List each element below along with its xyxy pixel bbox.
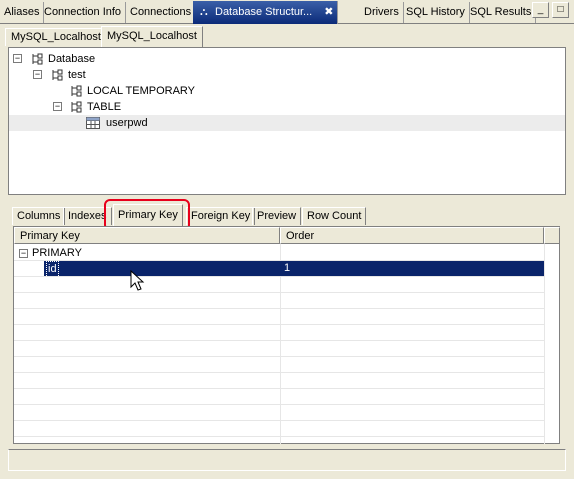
- tab-label: Foreign Key: [191, 210, 251, 222]
- grid-line: [14, 420, 544, 421]
- tree-item-schema[interactable]: test: [68, 67, 86, 83]
- tab-label: SQL Results: [470, 6, 532, 18]
- minimize-button[interactable]: _: [532, 2, 549, 18]
- tree-item-table[interactable]: TABLE: [87, 99, 121, 115]
- cell-key: id: [46, 261, 59, 278]
- tree-item-database[interactable]: Database: [48, 51, 95, 67]
- tab-label: Row Count: [307, 210, 362, 222]
- tree-node-icon: [52, 69, 63, 81]
- table-icon: [86, 117, 100, 129]
- table-row[interactable]: id 1: [44, 261, 544, 278]
- cell-order: 1: [284, 262, 291, 274]
- window-controls: _ □: [532, 2, 572, 20]
- collapse-icon[interactable]: −: [13, 54, 22, 63]
- tab-row-count[interactable]: Row Count: [302, 207, 367, 225]
- tab-connections[interactable]: Connections: [126, 2, 197, 23]
- grid-column-divider: [544, 244, 545, 444]
- tab-drivers[interactable]: Drivers: [360, 2, 404, 23]
- grid-line: [14, 388, 544, 389]
- collapse-icon[interactable]: −: [53, 102, 62, 111]
- grid-line: [14, 276, 544, 277]
- tree-node-icon: [71, 101, 82, 113]
- column-header-primary-key[interactable]: Primary Key: [14, 227, 280, 244]
- mouse-cursor-icon: [130, 270, 145, 291]
- connection-tab-1[interactable]: MySQL_Localhost: [5, 28, 107, 46]
- grid-line: [14, 356, 544, 357]
- tab-connection-info[interactable]: Connection Info: [40, 2, 127, 23]
- tab-sql-history[interactable]: SQL History: [402, 2, 470, 23]
- tree-node-icon: [71, 85, 82, 97]
- tab-preview[interactable]: Preview: [252, 207, 302, 225]
- tab-label: Indexes: [68, 210, 107, 222]
- tree-node-icon: [32, 53, 43, 65]
- tab-label: Connections: [130, 6, 192, 18]
- column-header-filler: [544, 227, 560, 244]
- tab-sql-results[interactable]: SQL Results: [466, 2, 537, 23]
- tab-label: Drivers: [364, 6, 399, 18]
- tab-label: Preview: [257, 210, 297, 222]
- grid-line: [14, 404, 544, 405]
- tab-label: MySQL_Localhost: [107, 30, 197, 42]
- tab-database-structure[interactable]: ⛬ Database Structur... ✖: [193, 1, 339, 24]
- grid-line: [14, 340, 544, 341]
- database-structure-icon: ⛬: [200, 6, 208, 18]
- grid-line: [14, 308, 544, 309]
- column-header-order[interactable]: Order: [280, 227, 544, 244]
- view-tab-bar: Aliases Connection Info Connections ⛬ Dat…: [0, 0, 574, 24]
- tab-label: Aliases: [4, 6, 40, 18]
- tab-foreign-key[interactable]: Foreign Key: [186, 207, 256, 225]
- status-bar: [8, 449, 566, 471]
- close-icon[interactable]: ✖: [324, 6, 333, 18]
- tab-label: MySQL_Localhost: [11, 31, 101, 43]
- grid-line: [14, 324, 544, 325]
- tab-aliases[interactable]: Aliases: [0, 2, 45, 23]
- primary-key-table: Primary Key Order − PRIMARY id 1: [13, 226, 560, 444]
- tab-columns[interactable]: Columns: [12, 207, 66, 225]
- connection-tab-2[interactable]: MySQL_Localhost: [101, 26, 203, 47]
- grid-line: [14, 372, 544, 373]
- maximize-button[interactable]: □: [552, 2, 569, 18]
- grid-line: [14, 292, 544, 293]
- tab-label: SQL History: [406, 6, 465, 18]
- tab-label: Database Structur...: [215, 6, 313, 18]
- database-tree: − Database − test LOCAL TEMPORARY − TABL…: [8, 47, 566, 195]
- group-row-primary[interactable]: PRIMARY: [32, 245, 82, 261]
- collapse-icon[interactable]: −: [33, 70, 42, 79]
- tab-label: Connection Info: [44, 6, 122, 18]
- tree-item-local-temporary[interactable]: LOCAL TEMPORARY: [87, 83, 195, 99]
- tab-label: Columns: [17, 210, 61, 222]
- tree-item-userpwd[interactable]: userpwd: [106, 115, 148, 131]
- grid-line: [14, 436, 544, 437]
- collapse-icon[interactable]: −: [19, 249, 28, 258]
